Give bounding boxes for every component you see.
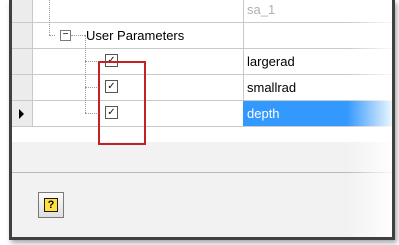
parameter-row-depth[interactable]: ✓ depth [12,101,392,127]
table-row[interactable]: sa_1 [12,0,392,23]
value-cell-selected[interactable]: depth [243,101,392,126]
current-row-pointer-icon [19,109,24,119]
tree-line [71,35,85,36]
checkbox-highlight-box [98,61,146,145]
value-cell[interactable]: sa_1 [243,0,392,22]
value-cell[interactable]: smallrad [243,75,392,100]
tree-line [49,35,55,36]
parameter-row-smallrad[interactable]: ✓ smallrad [12,75,392,101]
tree-line [85,113,99,114]
divider [12,172,392,173]
parameters-grid: sa_1 − User Parameters ✓ largerad ✓ smal… [12,0,392,142]
collapse-toggle[interactable]: − [60,30,71,41]
value-cell[interactable] [243,23,392,48]
help-button[interactable]: ? [38,192,64,218]
parameter-row-largerad[interactable]: ✓ largerad [12,49,392,75]
tree-line [49,0,50,35]
help-icon: ? [44,198,58,212]
name-cell: − User Parameters [33,23,244,48]
name-cell[interactable] [33,0,244,22]
row-selector[interactable] [12,49,33,74]
group-label: User Parameters [86,28,185,43]
row-selector[interactable] [12,75,33,100]
row-selector[interactable] [12,23,33,48]
row-selector[interactable] [12,101,33,126]
row-selector[interactable] [12,0,33,22]
parameters-dialog: sa_1 − User Parameters ✓ largerad ✓ smal… [9,0,395,240]
tree-line [85,35,86,113]
tree-line [85,87,99,88]
group-row-user-parameters[interactable]: − User Parameters [12,23,392,49]
tree-line [85,61,99,62]
value-cell[interactable]: largerad [243,49,392,74]
